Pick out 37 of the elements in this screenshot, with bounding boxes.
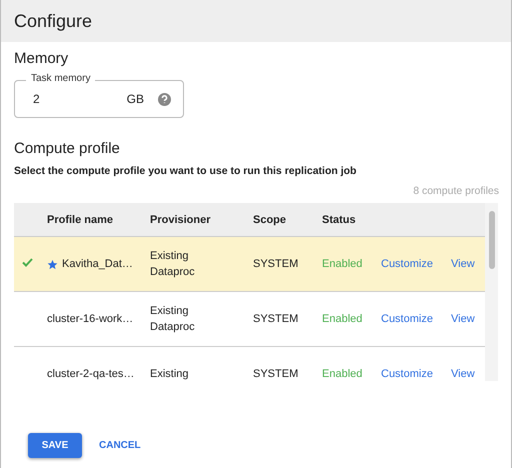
provisioner-text: Existing Dataproc <box>150 249 196 280</box>
field-value: 2 <box>33 92 41 106</box>
provisioner-text: Existing Dataproc <box>150 304 196 335</box>
dialog-title: Configure <box>14 10 92 32</box>
status-text: Enabled <box>322 368 364 380</box>
column-header: Scope <box>253 214 288 226</box>
scope-text: SYSTEM <box>253 312 300 327</box>
profile-count: 8 compute profiles <box>413 185 499 197</box>
provisioner-text: Existing <box>150 367 190 381</box>
status-text: Enabled <box>322 258 364 270</box>
status-text: Enabled <box>322 313 364 325</box>
section-heading: Compute profile <box>14 140 121 157</box>
customize-link[interactable]: Customize <box>381 313 451 325</box>
task-memory-field[interactable]: Task memory 2 GB <box>14 73 184 118</box>
profile-row[interactable]: Kavitha_Dat… Existing Dataproc SYSTEM Enabled Customize View <box>14 237 485 292</box>
scrollbar[interactable] <box>485 203 498 381</box>
column-header: Provisioner <box>150 214 212 226</box>
cancel-button[interactable]: CANCEL <box>97 436 143 455</box>
save-button[interactable]: SAVE <box>28 433 82 458</box>
section-heading: Memory <box>14 50 70 67</box>
profile-name: Kavitha_Dat… <box>62 257 133 272</box>
profile-name: cluster-16-work… <box>47 312 134 327</box>
column-header: Profile name <box>47 214 114 226</box>
unit-label: GB <box>126 92 144 106</box>
scope-text: SYSTEM <box>253 367 300 381</box>
view-link[interactable]: View <box>451 313 485 325</box>
profile-name: cluster-2-qa-tes… <box>47 367 134 381</box>
description-text: Select the compute profile you want to use to run this replication job <box>14 165 358 177</box>
view-link[interactable]: View <box>451 368 485 380</box>
column-header: Status <box>322 214 357 226</box>
customize-link[interactable]: Customize <box>381 258 451 270</box>
scope-text: SYSTEM <box>253 257 300 272</box>
view-link[interactable]: View <box>451 258 485 270</box>
field-label: Task memory <box>26 73 96 84</box>
customize-link[interactable]: Customize <box>381 368 451 380</box>
help-icon[interactable] <box>158 92 171 106</box>
check-icon <box>22 258 33 267</box>
